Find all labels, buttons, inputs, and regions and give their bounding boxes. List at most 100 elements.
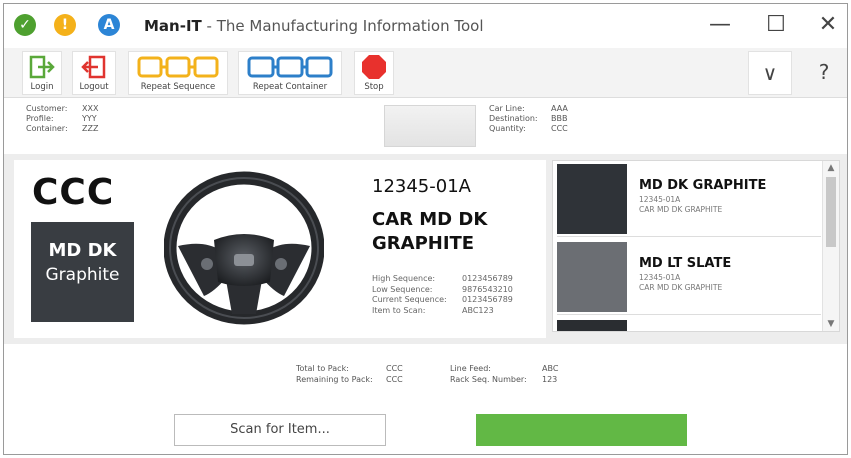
low-sequence-label: Low Sequence:: [372, 284, 433, 294]
list-item[interactable]: MD LT SLATE 12345-01A CAR MD DK GRAPHITE: [557, 239, 821, 315]
toolbar: Login Logout Repeat Sequence Repeat Cont…: [4, 48, 847, 98]
list-item-swatch: [557, 242, 627, 312]
title-separator: -: [201, 17, 217, 35]
list-item-title: MD DK GRAPHITE: [639, 178, 767, 193]
total-to-pack-value: CCC: [386, 364, 403, 373]
remaining-to-pack-label: Remaining to Pack:: [296, 375, 373, 384]
destination-value: BBB: [551, 114, 568, 123]
profile-field: Profile: YYY: [26, 114, 97, 124]
close-button[interactable]: ✕: [812, 10, 844, 42]
stop-button[interactable]: Stop: [354, 51, 394, 95]
high-sequence-row: High Sequence: 0123456789: [372, 274, 513, 285]
scroll-down-icon[interactable]: ▼: [823, 317, 839, 331]
car-line-field: Car Line: AAA: [489, 104, 568, 114]
item-to-scan-value: ABC123: [462, 305, 494, 315]
pack-panel: Total to Pack: CCC Remaining to Pack: CCC …: [4, 344, 847, 454]
list-item[interactable]: MD DK GRAPHITE 12345-01A CAR MD DK GRAPH…: [557, 161, 821, 237]
repeat-sequence-button[interactable]: Repeat Sequence: [128, 51, 228, 95]
total-to-pack-field: Total to Pack: CCC: [296, 364, 403, 374]
login-label: Login: [30, 82, 54, 92]
item-to-scan-label: Item to Scan:: [372, 305, 426, 315]
color-swatch: MD DK Graphite: [31, 222, 134, 322]
current-item-card: CCC MD DK Graphite 12345-01A CAR MD DK G…: [14, 160, 546, 338]
current-sequence-value: 0123456789: [462, 295, 513, 304]
high-sequence-value: 0123456789: [462, 274, 513, 283]
list-item-part: 12345-01A: [639, 195, 681, 204]
maximize-button[interactable]: ☐: [760, 10, 792, 42]
list-item-part: 12345-01A: [639, 273, 681, 282]
window-title: Man-IT - The Manufacturing Information T…: [144, 17, 484, 35]
customer-label: Customer:: [26, 104, 68, 113]
main-panel: CCC MD DK Graphite 12345-01A CAR MD DK G…: [4, 154, 847, 344]
list-item-swatch: [557, 320, 627, 331]
help-button[interactable]: ?: [802, 51, 846, 95]
login-icon: [23, 52, 61, 82]
swatch-line1: MD DK: [48, 240, 117, 261]
rack-seq-field: Rack Seq. Number: 123: [450, 375, 557, 385]
line-feed-label: Line Feed:: [450, 364, 491, 373]
steering-wheel-image: [164, 171, 324, 325]
logout-label: Logout: [79, 82, 109, 92]
login-button[interactable]: Login: [22, 51, 62, 95]
status-go-bar[interactable]: [476, 414, 687, 446]
repeat-container-label: Repeat Container: [252, 82, 328, 92]
logout-icon: [73, 52, 115, 82]
item-to-scan-row: Item to Scan: ABC123: [372, 305, 494, 317]
repeat-sequence-icon: [129, 52, 227, 82]
rack-seq-value: 123: [542, 375, 558, 384]
line-feed-value: ABC: [542, 364, 559, 373]
high-sequence-label: High Sequence:: [372, 274, 436, 283]
line-feed-field: Line Feed: ABC: [450, 364, 558, 374]
logout-button[interactable]: Logout: [72, 51, 116, 95]
app-name: Man-IT: [144, 17, 202, 35]
container-field: Container: ZZZ: [26, 124, 98, 134]
list-item-desc: CAR MD DK GRAPHITE: [639, 205, 723, 214]
info-panel: Customer: XXX Profile: YYY Container: ZZZ C…: [4, 99, 847, 154]
list-scrollbar[interactable]: ▲ ▼: [822, 161, 839, 331]
profile-label: Profile:: [26, 114, 54, 123]
scroll-up-icon[interactable]: ▲: [823, 161, 839, 175]
list-item-desc: CAR MD DK GRAPHITE: [639, 283, 723, 292]
minimize-button[interactable]: —: [704, 10, 736, 42]
current-sequence-row: Current Sequence: 0123456789: [372, 295, 513, 306]
remaining-to-pack-value: CCC: [386, 375, 403, 384]
car-line-label: Car Line:: [489, 104, 525, 113]
stop-icon: [355, 52, 393, 82]
quantity-label: Quantity:: [489, 124, 526, 133]
list-item-swatch: [557, 164, 627, 234]
app-logo-icon: A: [98, 14, 120, 36]
app-subtitle: The Manufacturing Information Tool: [216, 17, 484, 35]
part-number: 12345-01A: [372, 176, 471, 197]
rack-seq-label: Rack Seq. Number:: [450, 375, 527, 384]
list-item[interactable]: [557, 317, 821, 331]
check-icon[interactable]: ✓: [14, 14, 36, 36]
color-list: MD DK GRAPHITE 12345-01A CAR MD DK GRAPH…: [552, 160, 840, 332]
scan-for-item-button[interactable]: Scan for Item...: [174, 414, 386, 446]
part-name: CAR MD DK GRAPHITE: [372, 209, 488, 254]
warning-icon[interactable]: !: [54, 14, 76, 36]
stop-label: Stop: [364, 82, 384, 92]
sequence-info: High Sequence: 0123456789 Low Sequence: 98…: [372, 274, 513, 317]
scroll-thumb[interactable]: [826, 177, 836, 247]
destination-label: Destination:: [489, 114, 538, 123]
customer-value: XXX: [82, 104, 99, 113]
customer-field: Customer: XXX: [26, 104, 98, 114]
item-code: CCC: [32, 172, 115, 213]
low-sequence-row: Low Sequence: 9876543210: [372, 284, 513, 296]
swatch-line2: Graphite: [45, 265, 120, 285]
car-line-value: AAA: [551, 104, 568, 113]
title-bar: ✓ ! A Man-IT - The Manufacturing Informa…: [4, 4, 847, 48]
quantity-field: Quantity: CCC: [489, 124, 568, 134]
list-item-title: MD LT SLATE: [639, 256, 732, 271]
quantity-value: CCC: [551, 124, 568, 133]
current-sequence-label: Current Sequence:: [372, 295, 447, 304]
destination-field: Destination: BBB: [489, 114, 567, 124]
repeat-container-button[interactable]: Repeat Container: [238, 51, 342, 95]
low-sequence-value: 9876543210: [462, 284, 513, 294]
total-to-pack-label: Total to Pack:: [296, 364, 349, 373]
app-window: ✓ ! A Man-IT - The Manufacturing Informa…: [3, 3, 848, 455]
expand-button[interactable]: ∨: [748, 51, 792, 95]
container-value: ZZZ: [82, 124, 99, 133]
repeat-container-icon: [239, 52, 341, 82]
container-label: Container:: [26, 124, 68, 133]
